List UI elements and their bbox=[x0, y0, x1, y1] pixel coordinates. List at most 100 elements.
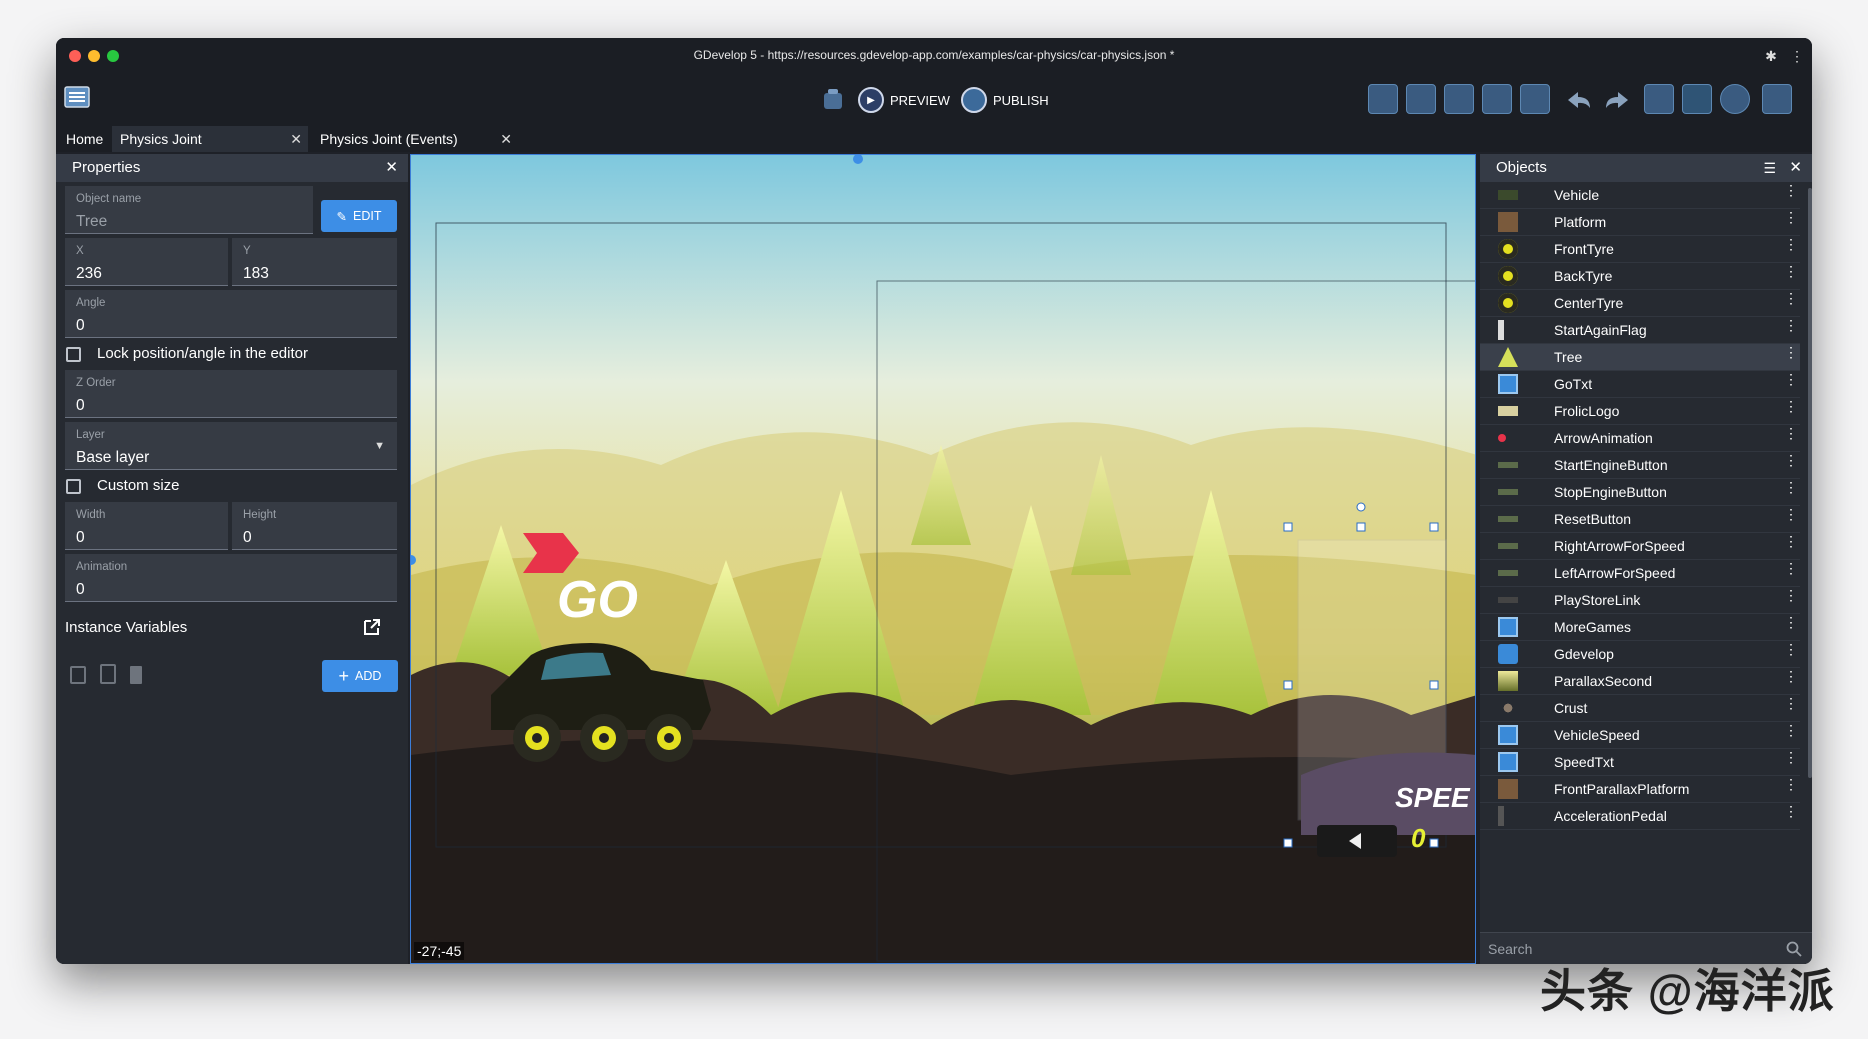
animation-field[interactable]: Animation 0 bbox=[65, 554, 397, 602]
search-input[interactable]: Search bbox=[1488, 941, 1532, 957]
more-options-icon[interactable]: ⋮ bbox=[1784, 507, 1798, 521]
tab-physics-joint-events[interactable]: Physics Joint (Events) ✕ bbox=[312, 126, 512, 152]
x-field[interactable]: X 236 bbox=[65, 238, 228, 286]
object-row-gotxt[interactable]: GoTxt ⋮ bbox=[1480, 371, 1800, 398]
object-row-arrowanimation[interactable]: ArrowAnimation ⋮ bbox=[1480, 425, 1800, 452]
project-manager-icon[interactable] bbox=[64, 84, 92, 110]
animation-value: 0 bbox=[76, 581, 85, 598]
window-mask-tool-icon[interactable] bbox=[1644, 84, 1674, 114]
more-options-icon[interactable]: ⋮ bbox=[1784, 372, 1798, 386]
object-row-gdevelop[interactable]: Gdevelop ⋮ bbox=[1480, 641, 1800, 668]
object-row-moregames[interactable]: MoreGames ⋮ bbox=[1480, 614, 1800, 641]
object-row-accelerationpedal[interactable]: AccelerationPedal ⋮ bbox=[1480, 803, 1800, 830]
object-row-startagainflag[interactable]: StartAgainFlag ⋮ bbox=[1480, 317, 1800, 344]
object-row-centertyre[interactable]: CenterTyre ⋮ bbox=[1480, 290, 1800, 317]
width-field[interactable]: Width 0 bbox=[65, 502, 228, 550]
object-row-resetbutton[interactable]: ResetButton ⋮ bbox=[1480, 506, 1800, 533]
more-options-icon[interactable]: ⋮ bbox=[1784, 642, 1798, 656]
more-options-icon[interactable]: ⋮ bbox=[1784, 480, 1798, 494]
more-options-icon[interactable]: ⋮ bbox=[1784, 777, 1798, 791]
preview-button[interactable]: ▶ PREVIEW bbox=[858, 86, 950, 114]
delete-icon[interactable] bbox=[130, 666, 142, 684]
object-row-speedtxt[interactable]: SpeedTxt ⋮ bbox=[1480, 749, 1800, 776]
more-options-icon[interactable]: ⋮ bbox=[1784, 318, 1798, 332]
paste-icon[interactable] bbox=[100, 664, 116, 684]
object-row-vehicle[interactable]: Vehicle ⋮ bbox=[1480, 182, 1800, 209]
object-row-playstorelink[interactable]: PlayStoreLink ⋮ bbox=[1480, 587, 1800, 614]
redo-icon[interactable] bbox=[1602, 88, 1632, 112]
objects-scrollbar[interactable] bbox=[1808, 188, 1812, 778]
angle-field[interactable]: Angle 0 bbox=[65, 290, 397, 338]
object-row-rightarrowforspeed[interactable]: RightArrowForSpeed ⋮ bbox=[1480, 533, 1800, 560]
object-row-leftarrowforspeed[interactable]: LeftArrowForSpeed ⋮ bbox=[1480, 560, 1800, 587]
layers-tool-icon[interactable] bbox=[1520, 84, 1550, 114]
grid-tool-icon[interactable] bbox=[1682, 84, 1712, 114]
more-options-icon[interactable]: ⋮ bbox=[1784, 237, 1798, 251]
copy-icon[interactable] bbox=[70, 666, 86, 684]
scene-canvas[interactable]: GO SPEE 0 -27;-45 bbox=[410, 154, 1476, 964]
object-row-crust[interactable]: Crust ⋮ bbox=[1480, 695, 1800, 722]
properties-panel-tool-icon[interactable] bbox=[1444, 84, 1474, 114]
objects-panel-tool-icon[interactable] bbox=[1368, 84, 1398, 114]
more-options-icon[interactable]: ⋮ bbox=[1784, 264, 1798, 278]
more-options-icon[interactable]: ⋮ bbox=[1784, 696, 1798, 710]
filter-icon[interactable]: ☰ bbox=[1763, 154, 1776, 182]
object-row-startenginebutton[interactable]: StartEngineButton ⋮ bbox=[1480, 452, 1800, 479]
close-tab-icon[interactable]: ✕ bbox=[500, 126, 512, 152]
puzzle-icon[interactable]: ✱ bbox=[1760, 45, 1782, 67]
object-row-tree[interactable]: Tree ⋮ bbox=[1480, 344, 1800, 371]
globe-icon bbox=[961, 87, 987, 113]
object-row-parallaxsecond[interactable]: ParallaxSecond ⋮ bbox=[1480, 668, 1800, 695]
zoom-tool-icon[interactable] bbox=[1720, 84, 1750, 114]
object-row-fronttyre[interactable]: FrontTyre ⋮ bbox=[1480, 236, 1800, 263]
debugger-icon[interactable] bbox=[820, 88, 846, 112]
close-panel-icon[interactable]: ✕ bbox=[1789, 154, 1802, 182]
object-row-vehiclespeed[interactable]: VehicleSpeed ⋮ bbox=[1480, 722, 1800, 749]
edit-object-button[interactable]: ✎ EDIT bbox=[321, 200, 397, 232]
open-external-icon[interactable] bbox=[362, 617, 382, 637]
more-options-icon[interactable]: ⋮ bbox=[1784, 534, 1798, 548]
more-options-icon[interactable]: ⋮ bbox=[1784, 723, 1798, 737]
instances-list-tool-icon[interactable] bbox=[1482, 84, 1512, 114]
crust-icon bbox=[1498, 698, 1518, 718]
tab-physics-joint-label: Physics Joint bbox=[120, 131, 202, 147]
more-options-icon[interactable]: ⋮ bbox=[1784, 669, 1798, 683]
scene-properties-tool-icon[interactable] bbox=[1762, 84, 1792, 114]
object-name: FrolicLogo bbox=[1554, 403, 1620, 419]
more-options-icon[interactable]: ⋮ bbox=[1784, 804, 1798, 818]
object-groups-tool-icon[interactable] bbox=[1406, 84, 1436, 114]
more-options-icon[interactable]: ⋮ bbox=[1784, 453, 1798, 467]
more-options-icon[interactable]: ⋮ bbox=[1784, 561, 1798, 575]
undo-icon[interactable] bbox=[1564, 88, 1594, 112]
more-options-icon[interactable]: ⋮ bbox=[1784, 426, 1798, 440]
more-menu-icon[interactable]: ⋮ bbox=[1786, 45, 1808, 67]
object-row-platform[interactable]: Platform ⋮ bbox=[1480, 209, 1800, 236]
more-options-icon[interactable]: ⋮ bbox=[1784, 399, 1798, 413]
zorder-field[interactable]: Z Order 0 bbox=[65, 370, 397, 418]
publish-label: PUBLISH bbox=[993, 92, 1049, 108]
height-field[interactable]: Height 0 bbox=[232, 502, 397, 550]
x-label: X bbox=[76, 245, 84, 257]
close-panel-icon[interactable]: ✕ bbox=[385, 154, 398, 182]
more-options-icon[interactable]: ⋮ bbox=[1784, 345, 1798, 359]
y-field[interactable]: Y 183 bbox=[232, 238, 397, 286]
more-options-icon[interactable]: ⋮ bbox=[1784, 183, 1798, 197]
tab-physics-joint[interactable]: Physics Joint ✕ bbox=[112, 126, 308, 152]
pencil-icon: ✎ bbox=[336, 209, 347, 224]
tab-home[interactable]: Home bbox=[58, 126, 111, 152]
close-tab-icon[interactable]: ✕ bbox=[290, 126, 302, 152]
object-row-froliclogo[interactable]: FrolicLogo ⋮ bbox=[1480, 398, 1800, 425]
publish-button[interactable]: PUBLISH bbox=[961, 86, 1049, 114]
custom-size-checkbox[interactable] bbox=[66, 479, 81, 494]
layer-select[interactable]: Layer Base layer ▼ bbox=[65, 422, 397, 470]
object-row-frontparallaxplatform[interactable]: FrontParallaxPlatform ⋮ bbox=[1480, 776, 1800, 803]
more-options-icon[interactable]: ⋮ bbox=[1784, 588, 1798, 602]
object-row-backtyre[interactable]: BackTyre ⋮ bbox=[1480, 263, 1800, 290]
add-variable-button[interactable]: + ADD bbox=[322, 660, 398, 692]
more-options-icon[interactable]: ⋮ bbox=[1784, 750, 1798, 764]
object-row-stopenginebutton[interactable]: StopEngineButton ⋮ bbox=[1480, 479, 1800, 506]
more-options-icon[interactable]: ⋮ bbox=[1784, 210, 1798, 224]
lock-position-checkbox[interactable] bbox=[66, 347, 81, 362]
more-options-icon[interactable]: ⋮ bbox=[1784, 615, 1798, 629]
more-options-icon[interactable]: ⋮ bbox=[1784, 291, 1798, 305]
